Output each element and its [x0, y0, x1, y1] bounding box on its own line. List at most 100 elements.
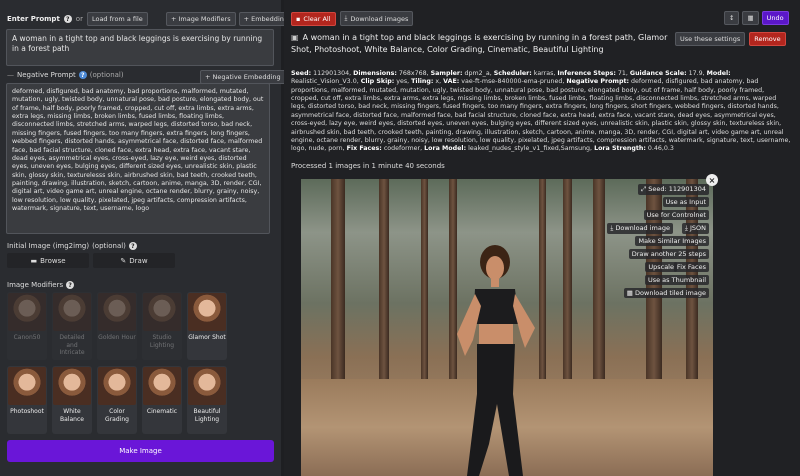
- modifier-thumbnail: [8, 367, 46, 405]
- tree-trunk: [379, 179, 389, 411]
- modifier-thumbnail: [98, 293, 136, 331]
- detail-value: yes,: [394, 78, 412, 86]
- detail-value: 768x768,: [396, 70, 431, 77]
- pencil-icon: ✎: [120, 256, 127, 265]
- browse-button[interactable]: ▬ Browse: [7, 253, 89, 268]
- tree-trunk: [331, 179, 345, 411]
- generation-details: Seed: 112901304, Dimensions: 768x768, Sa…: [291, 70, 791, 154]
- seed-label: ⤢ Seed: 112901304: [637, 184, 709, 195]
- copy-icon[interactable]: ▣: [291, 33, 299, 42]
- modifier-card[interactable]: Detailed and Intricate: [52, 292, 92, 360]
- grid-icon[interactable]: ▦: [742, 11, 759, 25]
- modifier-label: White Balance: [60, 408, 84, 423]
- download-image-button[interactable]: ⤓ Download image: [607, 223, 673, 234]
- modifier-label: Detailed and Intricate: [59, 334, 85, 356]
- result-title: ▣ A woman in a tight top and black leggin…: [291, 32, 671, 55]
- modifier-label: Canon50: [13, 334, 41, 341]
- prompt-actions: + Image Modifiers + Embedding: [166, 12, 293, 26]
- help-icon[interactable]: ?: [66, 281, 75, 289]
- use-as-input-button[interactable]: Use as Input: [662, 197, 709, 207]
- modifier-thumbnail: [143, 293, 181, 331]
- modifier-card[interactable]: Golden Hour: [97, 292, 137, 360]
- seed-text: Seed: 112901304: [648, 185, 706, 193]
- detail-value: deformed, disfigured, bad anatomy, bad p…: [291, 78, 791, 153]
- negative-prompt-input[interactable]: deformed, disfigured, bad anatomy, bad p…: [6, 83, 270, 234]
- modifier-thumbnail: [53, 367, 91, 405]
- fix-faces-button[interactable]: Fix Faces: [673, 262, 709, 272]
- negative-header: — Negative Prompt ? (optional): [7, 71, 124, 79]
- tree-trunk: [563, 179, 572, 411]
- grid-icon: ▦: [626, 289, 633, 297]
- download-images-label: Download images: [350, 14, 409, 23]
- negative-embedding-button[interactable]: + Negative Embedding: [200, 70, 286, 84]
- runner-figure: [457, 245, 535, 476]
- image-overlay-menu: ⤢ Seed: 112901304 Use as Input Use for C…: [600, 181, 713, 311]
- modifier-label: Beautiful Lighting: [193, 408, 221, 423]
- expand-icon[interactable]: ⤢: [641, 185, 646, 193]
- draw-another-button[interactable]: Draw another 25 steps: [628, 249, 709, 259]
- download-tiled-button[interactable]: ▦ Download tiled image: [623, 288, 709, 298]
- detail-value: dpm2_a,: [462, 70, 494, 77]
- modifier-grid: Canon50 Detailed and Intricate Golden Ho…: [7, 292, 227, 434]
- modifier-card[interactable]: Canon50: [7, 292, 47, 360]
- modifier-card[interactable]: Studio Lighting: [142, 292, 182, 360]
- download-images-button[interactable]: ⤓ Download images: [339, 11, 414, 26]
- modifiers-label: Image Modifiers: [7, 281, 64, 289]
- draw-button[interactable]: ✎ Draw: [93, 253, 175, 268]
- collapse-icon[interactable]: —: [7, 71, 14, 79]
- modifier-label: Golden Hour: [98, 334, 136, 341]
- trash-icon: ▪: [296, 14, 301, 23]
- detail-value: 71,: [615, 70, 630, 77]
- remove-button[interactable]: Remove: [749, 32, 786, 46]
- download-image-label: Download image: [615, 224, 670, 232]
- modifier-label: Photoshoot: [10, 408, 44, 415]
- use-as-thumbnail-button[interactable]: Use as Thumbnail: [644, 275, 709, 285]
- make-similar-button[interactable]: Make Similar Images: [635, 236, 709, 246]
- modifier-thumbnail: [8, 293, 46, 331]
- browse-label: Browse: [40, 256, 66, 265]
- modifier-label: Studio Lighting: [149, 334, 175, 349]
- help-icon[interactable]: ?: [63, 15, 72, 23]
- modifiers-header: Image Modifiers ?: [7, 281, 75, 289]
- detail-value: x,: [433, 78, 444, 86]
- modifier-card[interactable]: White Balance: [52, 366, 92, 434]
- clear-all-button[interactable]: ▪ Clear All: [291, 11, 336, 26]
- detail-value: karras,: [531, 70, 558, 77]
- make-image-button[interactable]: Make Image: [7, 440, 274, 462]
- detail-key: Inference Steps:: [557, 70, 616, 77]
- detail-value: 112901304,: [311, 70, 354, 77]
- help-icon[interactable]: ?: [78, 71, 87, 79]
- initial-optional: (optional): [92, 242, 126, 250]
- load-file-button[interactable]: Load from a file: [86, 12, 148, 26]
- modifier-card[interactable]: Photoshoot: [7, 366, 47, 434]
- modifier-card[interactable]: Glamor Shot: [187, 292, 227, 360]
- modifier-label: Cinematic: [146, 408, 178, 415]
- download-tiled-label: Download tiled image: [635, 289, 706, 297]
- help-icon[interactable]: ?: [128, 242, 137, 250]
- use-settings-button[interactable]: Use these settings: [675, 32, 746, 46]
- image-modifiers-button[interactable]: + Image Modifiers: [166, 12, 236, 26]
- clear-all-label: Clear All: [303, 14, 331, 23]
- detail-value: codeformer,: [381, 145, 425, 153]
- modifier-card[interactable]: Cinematic: [142, 366, 182, 434]
- modifier-card[interactable]: Color Grading: [97, 366, 137, 434]
- undo-button[interactable]: Undo: [761, 11, 789, 25]
- json-icon: ⤓: [685, 224, 688, 232]
- prompt-input[interactable]: A woman in a tight top and black legging…: [6, 29, 274, 66]
- modifier-card[interactable]: Beautiful Lighting: [187, 366, 227, 434]
- tree-trunk: [421, 179, 428, 411]
- json-button[interactable]: ⤓ JSON: [682, 223, 709, 234]
- processed-text: Processed 1 images in 1 minute 40 second…: [291, 162, 445, 170]
- initial-image-actions: ▬ Browse ✎ Draw: [7, 253, 175, 268]
- modifier-label: Color Grading: [105, 408, 129, 423]
- detail-key: Negative Prompt:: [566, 78, 630, 86]
- detail-value: 0.46,0.3: [645, 145, 674, 153]
- expand-icon[interactable]: ↕: [724, 11, 740, 25]
- upscale-button[interactable]: Upscale: [645, 262, 677, 272]
- draw-label: Draw: [129, 256, 148, 265]
- use-for-controlnet-button[interactable]: Use for Controlnet: [643, 210, 709, 220]
- detail-key: Lora Model:: [424, 145, 467, 153]
- detail-key: Dimensions:: [353, 70, 397, 77]
- modifier-thumbnail: [188, 367, 226, 405]
- prompt-label: Enter Prompt: [7, 15, 60, 23]
